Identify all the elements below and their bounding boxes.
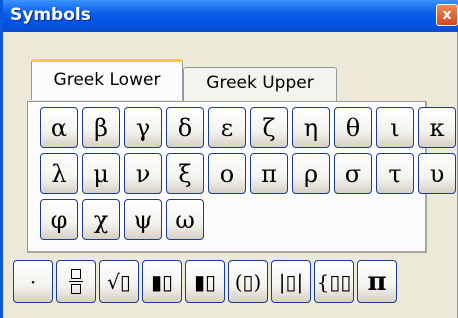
symbol-button[interactable]: γ <box>124 107 162 148</box>
symbol-button[interactable]: δ <box>166 107 204 148</box>
symbol-button[interactable]: ι <box>376 107 414 148</box>
symbol-button[interactable]: φ <box>40 199 78 240</box>
subscript-button[interactable]: ▮▯ <box>185 260 225 303</box>
symbol-button[interactable]: η <box>292 107 330 148</box>
symbol-button[interactable]: π <box>250 153 288 194</box>
symbol-button[interactable]: ξ <box>166 153 204 194</box>
symbol-button[interactable]: λ <box>40 153 78 194</box>
symbol-button[interactable]: ο <box>208 153 246 194</box>
symbol-grid: α β γ δ ε ζ η θ ι κ λ μ ν ξ ο π ρ σ τ υ … <box>40 107 456 245</box>
symbol-button[interactable]: ν <box>124 153 162 194</box>
dot-button[interactable]: · <box>13 260 53 303</box>
symbols-window: Symbols x Greek Lower Greek Upper α β γ … <box>0 0 458 318</box>
template-toolbar: · √▯ ▮▯ ▮▯ (▯) |▯| {▯▯ π <box>13 260 458 305</box>
tab-strip: Greek Lower Greek Upper <box>23 59 433 101</box>
matrix-button[interactable]: {▯▯ <box>314 260 354 303</box>
symbol-button[interactable]: τ <box>376 153 414 194</box>
symbol-button[interactable]: κ <box>418 107 456 148</box>
fraction-icon <box>69 269 83 294</box>
superscript-button[interactable]: ▮▯ <box>142 260 182 303</box>
symbol-button[interactable]: σ <box>334 153 372 194</box>
symbol-button[interactable]: α <box>40 107 78 148</box>
tab-greek-upper[interactable]: Greek Upper <box>183 67 337 101</box>
symbol-button[interactable]: ζ <box>250 107 288 148</box>
symbol-button[interactable]: ε <box>208 107 246 148</box>
symbol-button[interactable]: θ <box>334 107 372 148</box>
symbol-button[interactable]: ρ <box>292 153 330 194</box>
pi-button[interactable]: π <box>357 260 397 303</box>
window-title: Symbols <box>10 5 91 25</box>
close-button[interactable]: x <box>436 4 458 26</box>
title-bar[interactable]: Symbols x <box>3 0 458 32</box>
fraction-button[interactable] <box>56 260 96 303</box>
absolute-value-button[interactable]: |▯| <box>271 260 311 303</box>
symbol-button[interactable]: μ <box>82 153 120 194</box>
symbol-button[interactable]: ψ <box>124 199 162 240</box>
tab-greek-lower[interactable]: Greek Lower <box>31 59 183 100</box>
symbol-panel: α β γ δ ε ζ η θ ι κ λ μ ν ξ ο π ρ σ τ υ … <box>27 101 456 253</box>
symbol-button[interactable]: χ <box>82 199 120 240</box>
symbol-button[interactable]: β <box>82 107 120 148</box>
sqrt-button[interactable]: √▯ <box>99 260 139 303</box>
symbol-button[interactable]: ω <box>166 199 204 240</box>
symbol-button[interactable]: υ <box>418 153 456 194</box>
parentheses-button[interactable]: (▯) <box>228 260 268 303</box>
